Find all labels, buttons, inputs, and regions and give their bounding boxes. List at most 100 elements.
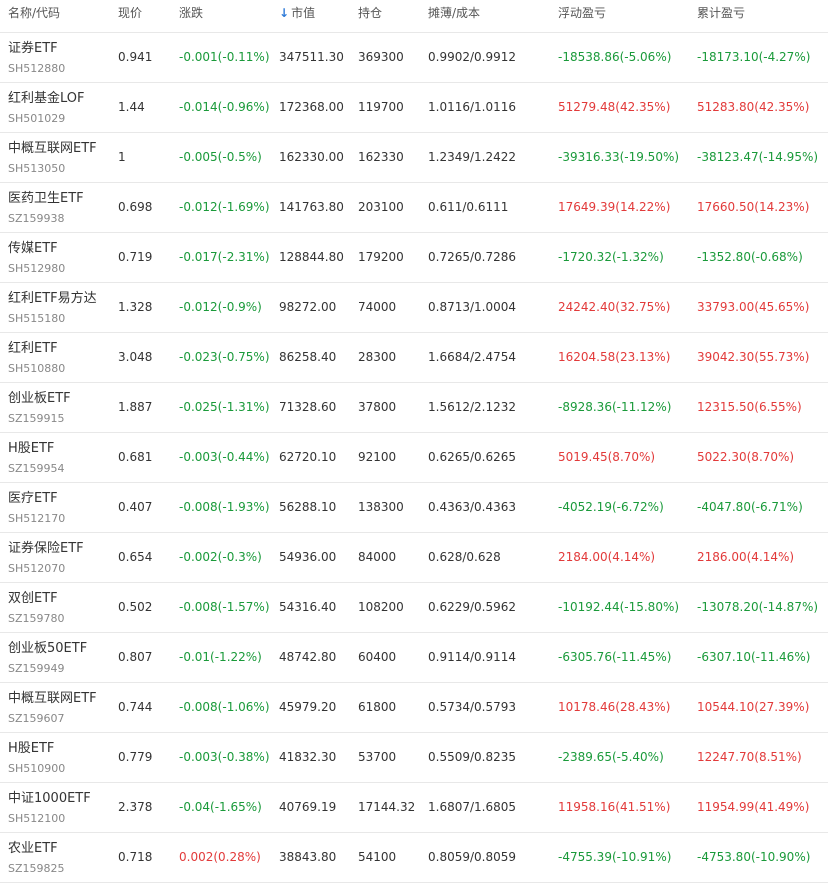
holding-name[interactable]: 证券保险ETF	[8, 537, 84, 556]
holding-cost: 0.9114/0.9114	[428, 650, 517, 664]
holding-cost: 0.5509/0.8235	[428, 750, 517, 764]
holding-change: 0.002(0.28%)	[179, 850, 261, 864]
holding-position: 28300	[358, 350, 397, 364]
holding-cost: 0.5734/0.5793	[428, 700, 517, 714]
holding-code: SH510880	[8, 362, 66, 375]
holding-position: 92100	[358, 450, 397, 464]
table-row[interactable]: 证券ETF SH512880 0.941 -0.001(-0.11%) 347511.3…	[0, 33, 828, 83]
holding-market-value: 162330.00	[279, 150, 344, 164]
holding-float-pl: -10192.44(-15.80%)	[558, 600, 680, 614]
holding-change: -0.017(-2.31%)	[179, 250, 270, 264]
holding-cost: 0.9902/0.9912	[428, 50, 517, 64]
holding-name[interactable]: 传媒ETF	[8, 237, 58, 256]
holding-name[interactable]: 中证1000ETF	[8, 787, 91, 806]
holding-name[interactable]: 创业板ETF	[8, 387, 71, 406]
holding-change: -0.025(-1.31%)	[179, 400, 270, 414]
holding-cost: 0.611/0.6111	[428, 200, 509, 214]
holding-cost: 0.6265/0.6265	[428, 450, 517, 464]
table-row[interactable]: 医疗ETF SH512170 0.407 -0.008(-1.93%) 56288.10…	[0, 483, 828, 533]
holding-float-pl: -8928.36(-11.12%)	[558, 400, 672, 414]
sort-down-icon: ↓	[279, 6, 290, 20]
table-header: 名称/代码 现价 涨跌 ↓ 市值 持仓 摊薄/成本 浮动盈亏 累计盈亏	[0, 0, 828, 33]
holding-market-value: 48742.80	[279, 650, 337, 664]
table-row[interactable]: 证券保险ETF SH512070 0.654 -0.002(-0.3%) 54936.0…	[0, 533, 828, 583]
holding-float-pl: -4052.19(-6.72%)	[558, 500, 664, 514]
table-row[interactable]: 红利ETF易方达 SH515180 1.328 -0.012(-0.9%) 98272.…	[0, 283, 828, 333]
header-market-value[interactable]: ↓ 市值	[279, 0, 315, 26]
table-row[interactable]: 红利基金LOF SH501029 1.44 -0.014(-0.96%) 172368.…	[0, 83, 828, 133]
header-name-code[interactable]: 名称/代码	[8, 0, 60, 26]
holding-position: 53700	[358, 750, 397, 764]
holding-cost: 0.6229/0.5962	[428, 600, 517, 614]
holding-market-value: 172368.00	[279, 100, 344, 114]
holding-position: 74000	[358, 300, 397, 314]
holding-name[interactable]: 证券ETF	[8, 37, 58, 56]
holding-code: SH510900	[8, 762, 66, 775]
holding-change: -0.01(-1.22%)	[179, 650, 262, 664]
holding-name[interactable]: 医疗ETF	[8, 487, 58, 506]
holding-price: 1.887	[118, 400, 153, 414]
holding-name[interactable]: 医药卫生ETF	[8, 187, 84, 206]
holding-total-pl: 2186.00(4.14%)	[697, 550, 795, 564]
holding-total-pl: 5022.30(8.70%)	[697, 450, 795, 464]
holding-code: SZ159915	[8, 412, 65, 425]
holding-name[interactable]: 中概互联网ETF	[8, 687, 97, 706]
table-row[interactable]: 创业板50ETF SZ159949 0.807 -0.01(-1.22%) 48742.…	[0, 633, 828, 683]
holding-price: 0.941	[118, 50, 153, 64]
header-position[interactable]: 持仓	[358, 0, 382, 26]
holding-name[interactable]: H股ETF	[8, 437, 54, 456]
holding-name[interactable]: 红利ETF	[8, 337, 58, 356]
holding-name[interactable]: 中概互联网ETF	[8, 137, 97, 156]
header-change[interactable]: 涨跌	[179, 0, 203, 26]
holding-market-value: 86258.40	[279, 350, 337, 364]
table-row[interactable]: 中概互联网ETF SZ159607 0.744 -0.008(-1.06%) 45979…	[0, 683, 828, 733]
holding-change: -0.005(-0.5%)	[179, 150, 262, 164]
holding-position: 369300	[358, 50, 404, 64]
header-market-value-label: 市值	[291, 6, 316, 20]
holding-position: 108200	[358, 600, 404, 614]
holding-code: SH512170	[8, 512, 66, 525]
holding-float-pl: -6305.76(-11.45%)	[558, 650, 672, 664]
table-row[interactable]: H股ETF SZ159954 0.681 -0.003(-0.44%) 62720.10…	[0, 433, 828, 483]
holding-name[interactable]: H股ETF	[8, 737, 54, 756]
holding-total-pl: 51283.80(42.35%)	[697, 100, 810, 114]
holding-code: SH512070	[8, 562, 66, 575]
header-float-pl[interactable]: 浮动盈亏	[558, 0, 606, 26]
table-row[interactable]: 红利ETF SH510880 3.048 -0.023(-0.75%) 86258.40…	[0, 333, 828, 383]
holding-position: 37800	[358, 400, 397, 414]
header-cost[interactable]: 摊薄/成本	[428, 0, 480, 26]
holding-price: 1.44	[118, 100, 145, 114]
table-row[interactable]: 农业ETF SZ159825 0.718 0.002(0.28%) 38843.80 54…	[0, 833, 828, 883]
holding-position: 17144.32	[358, 800, 416, 814]
holding-name[interactable]: 双创ETF	[8, 587, 58, 606]
holding-name[interactable]: 农业ETF	[8, 837, 58, 856]
table-row[interactable]: 中证1000ETF SH512100 2.378 -0.04(-1.65%) 40769…	[0, 783, 828, 833]
holding-price: 0.502	[118, 600, 153, 614]
holding-price: 0.719	[118, 250, 153, 264]
holding-price: 0.718	[118, 850, 153, 864]
holding-name[interactable]: 红利基金LOF	[8, 87, 85, 106]
holding-float-pl: 17649.39(14.22%)	[558, 200, 671, 214]
table-row[interactable]: H股ETF SH510900 0.779 -0.003(-0.38%) 41832.30…	[0, 733, 828, 783]
holding-cost: 1.0116/1.0116	[428, 100, 517, 114]
header-price[interactable]: 现价	[118, 0, 142, 26]
holding-name[interactable]: 创业板50ETF	[8, 637, 87, 656]
holding-name[interactable]: 红利ETF易方达	[8, 287, 97, 306]
holding-float-pl: 11958.16(41.51%)	[558, 800, 671, 814]
table-body: 证券ETF SH512880 0.941 -0.001(-0.11%) 347511.3…	[0, 33, 828, 883]
table-row[interactable]: 双创ETF SZ159780 0.502 -0.008(-1.57%) 54316.40…	[0, 583, 828, 633]
table-row[interactable]: 传媒ETF SH512980 0.719 -0.017(-2.31%) 128844.8…	[0, 233, 828, 283]
table-row[interactable]: 创业板ETF SZ159915 1.887 -0.025(-1.31%) 71328.6…	[0, 383, 828, 433]
holding-market-value: 98272.00	[279, 300, 337, 314]
portfolio-table: 名称/代码 现价 涨跌 ↓ 市值 持仓 摊薄/成本 浮动盈亏 累计盈亏 证券ETF…	[0, 0, 828, 883]
holding-float-pl: -39316.33(-19.50%)	[558, 150, 680, 164]
holding-float-pl: 51279.48(42.35%)	[558, 100, 671, 114]
holding-total-pl: 33793.00(45.65%)	[697, 300, 810, 314]
table-row[interactable]: 中概互联网ETF SH513050 1 -0.005(-0.5%) 162330.00 1…	[0, 133, 828, 183]
holding-change: -0.04(-1.65%)	[179, 800, 262, 814]
table-row[interactable]: 医药卫生ETF SZ159938 0.698 -0.012(-1.69%) 141763…	[0, 183, 828, 233]
header-total-pl[interactable]: 累计盈亏	[697, 0, 745, 26]
holding-total-pl: -18173.10(-4.27%)	[697, 50, 811, 64]
holding-float-pl: 24242.40(32.75%)	[558, 300, 671, 314]
holding-float-pl: -18538.86(-5.06%)	[558, 50, 672, 64]
